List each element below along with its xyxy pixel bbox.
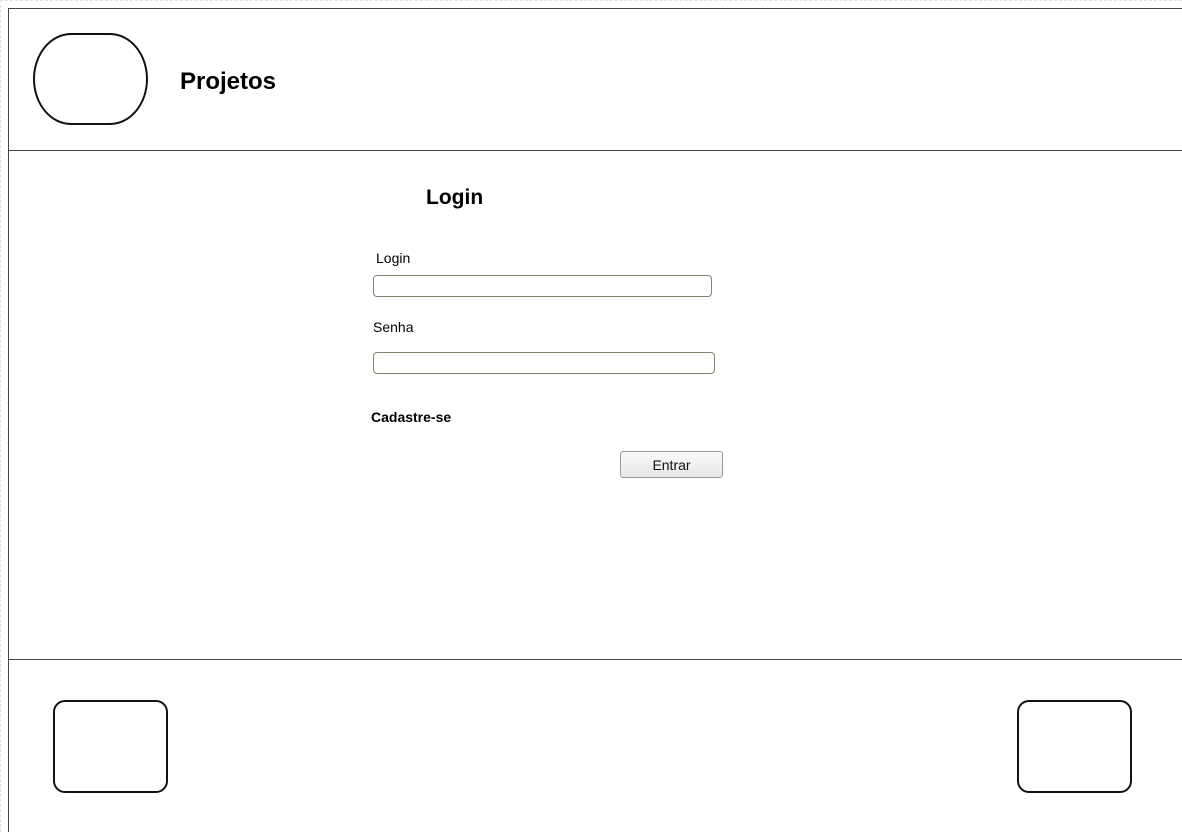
- signup-link[interactable]: Cadastre-se: [371, 409, 451, 425]
- canvas-left-guide: [0, 0, 8, 832]
- header: Projetos: [8, 8, 1182, 151]
- logo-placeholder: [33, 33, 148, 125]
- footer: [8, 660, 1182, 832]
- app-title: Projetos: [180, 68, 277, 95]
- canvas-top-guide: [0, 0, 1182, 8]
- login-input[interactable]: [373, 275, 712, 297]
- main-content: Login Login Senha Cadastre-se Entrar: [8, 151, 1182, 660]
- login-button[interactable]: Entrar: [620, 451, 723, 478]
- login-heading: Login: [426, 186, 484, 209]
- footer-right-placeholder: [1017, 700, 1132, 793]
- wireframe-canvas: Projetos Login Login Senha Cadastre-se E…: [0, 0, 1182, 832]
- password-input[interactable]: [373, 352, 715, 374]
- login-label: Login: [376, 250, 411, 266]
- footer-left-placeholder: [53, 700, 168, 793]
- password-label: Senha: [373, 319, 414, 335]
